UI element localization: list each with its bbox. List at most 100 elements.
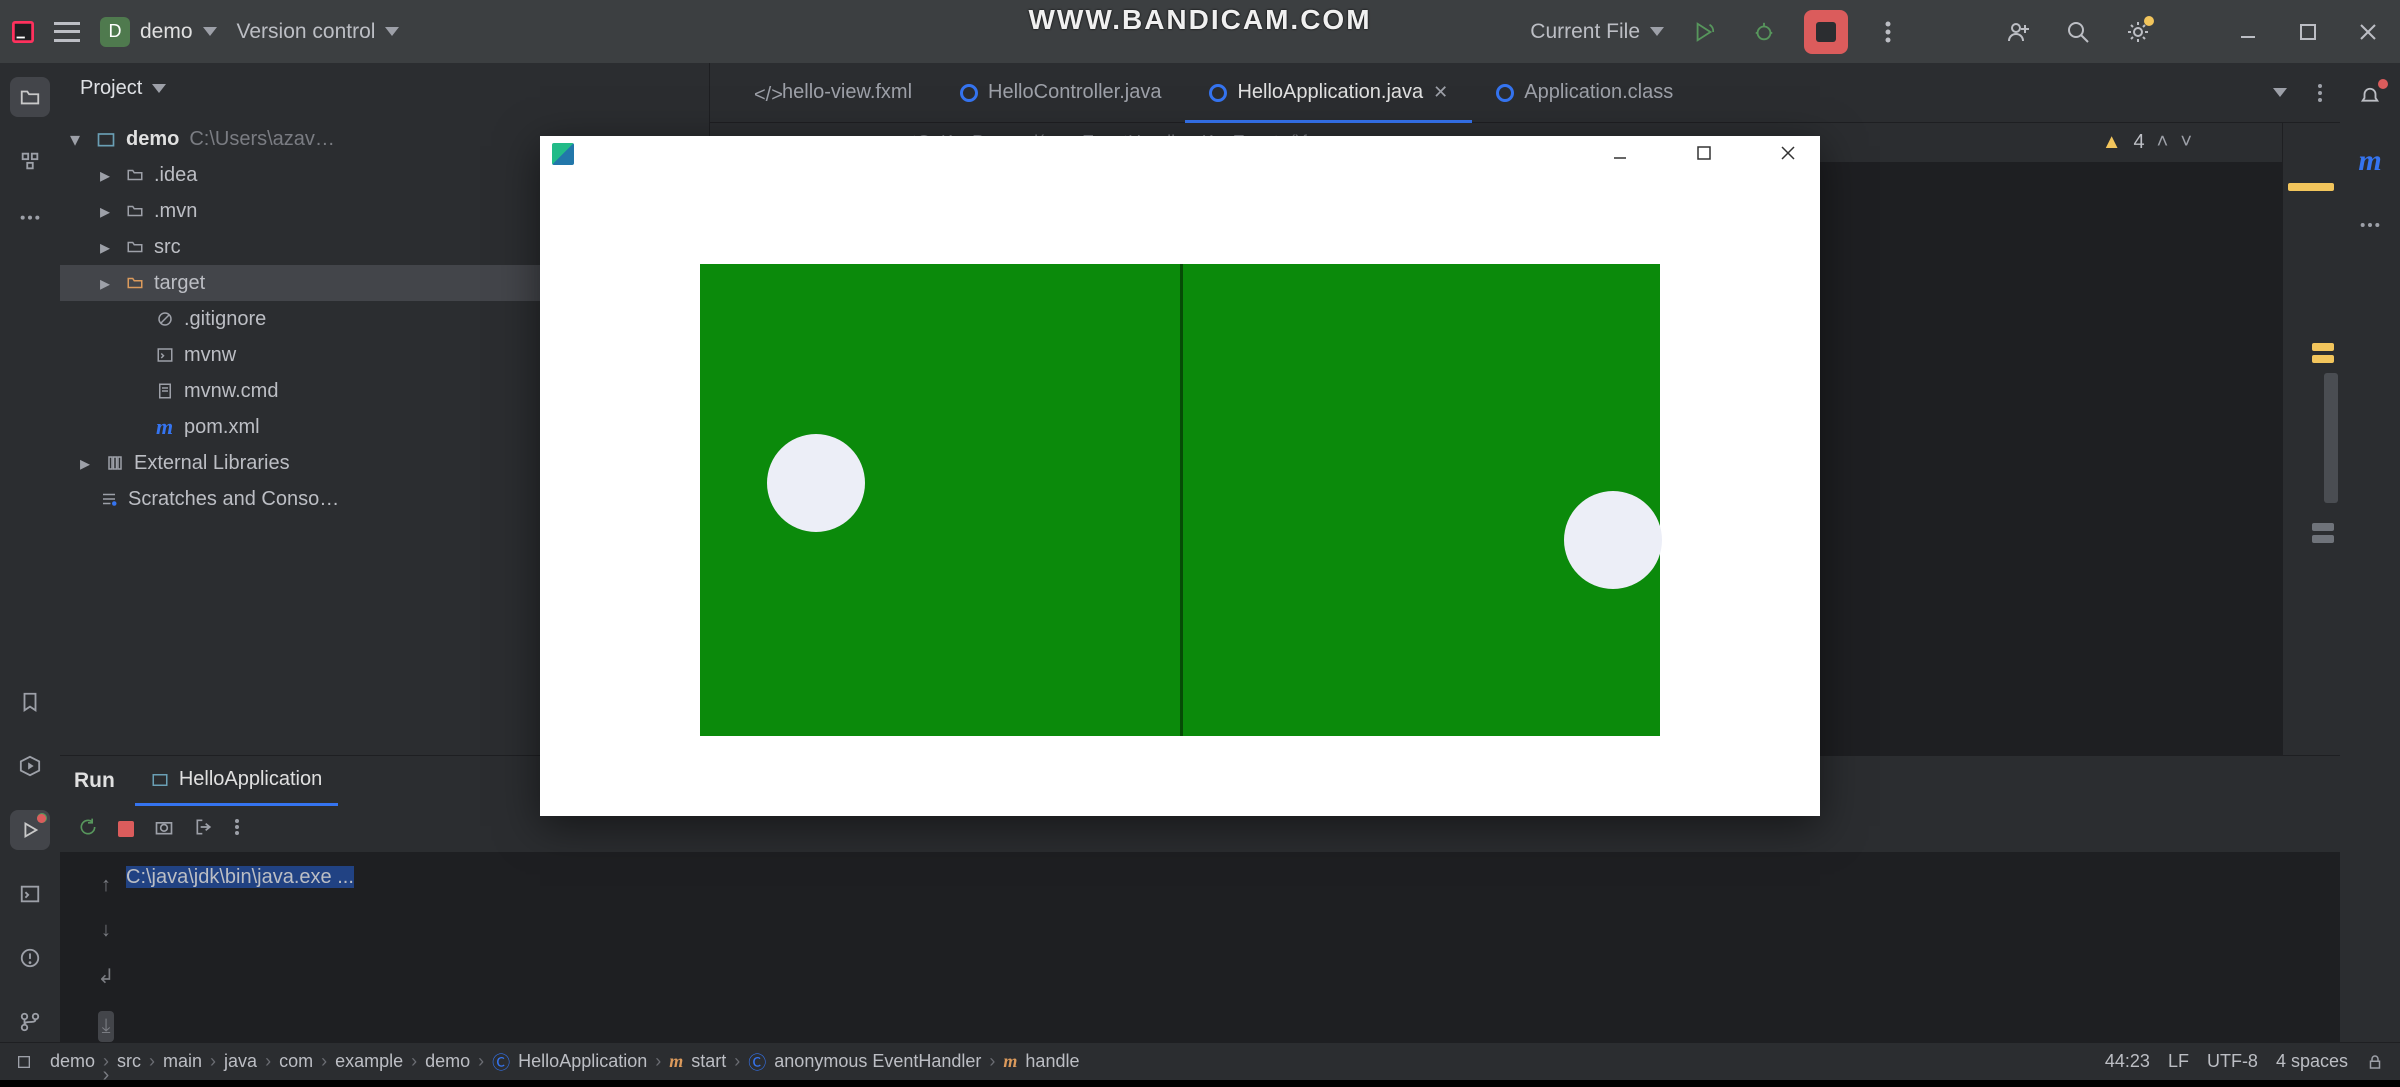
search-everywhere-button[interactable] (2058, 12, 2098, 52)
warning-circle-icon (19, 947, 41, 969)
run-config-selector[interactable]: Current File (1530, 20, 1664, 44)
maven-icon: m (2358, 144, 2381, 178)
tree-label: target (154, 272, 205, 295)
git-tool-button[interactable] (10, 1002, 50, 1042)
ellipsis-icon (19, 214, 41, 236)
expand-icon[interactable]: ▸ (100, 235, 116, 260)
more-right-tools-button[interactable] (2350, 205, 2390, 245)
readonly-lock-icon[interactable] (2366, 1053, 2384, 1071)
nav-home-icon[interactable] (16, 1054, 32, 1070)
caret-position[interactable]: 44:23 (2105, 1051, 2150, 1072)
window-close-button[interactable] (2348, 12, 2388, 52)
editor-error-stripe[interactable] (2282, 123, 2340, 755)
breadcrumb-segment[interactable]: example (335, 1051, 403, 1072)
close-tab-icon[interactable]: ✕ (1433, 82, 1448, 103)
scratches-icon (100, 490, 118, 508)
debug-button[interactable] (1744, 12, 1784, 52)
indent-setting[interactable]: 4 spaces (2276, 1051, 2348, 1072)
search-icon (2066, 20, 2090, 44)
expand-icon[interactable]: ▸ (100, 199, 116, 224)
app-close-button[interactable] (1766, 139, 1810, 167)
expand-icon[interactable]: ▸ (80, 451, 96, 476)
run-button[interactable] (1684, 12, 1724, 52)
inspections-widget[interactable]: ▲ 4 ˄ ˅ (2102, 131, 2192, 154)
notifications-button[interactable] (2350, 77, 2390, 117)
expand-icon[interactable]: ▸ (100, 271, 116, 296)
settings-button[interactable] (2118, 12, 2158, 52)
chevron-down-icon (385, 27, 399, 36)
stop-process-button[interactable] (118, 821, 134, 837)
scroll-up-icon[interactable]: ↑ (101, 874, 111, 897)
file-encoding[interactable]: UTF-8 (2207, 1051, 2258, 1072)
project-panel-header[interactable]: Project (60, 63, 709, 113)
bookmarks-tool-button[interactable] (10, 682, 50, 722)
breadcrumb-segment[interactable]: HelloApplication (518, 1051, 647, 1072)
editor-scrollbar-thumb[interactable] (2324, 373, 2338, 503)
breadcrumb-segment[interactable]: java (224, 1051, 257, 1072)
project-selector[interactable]: D demo (100, 17, 217, 47)
tree-label: External Libraries (134, 452, 290, 475)
run-toolwindow-title: Run (74, 769, 115, 793)
breadcrumb-segment[interactable]: demo (50, 1051, 95, 1072)
rerun-button[interactable] (78, 817, 98, 842)
more-tools-button[interactable] (10, 205, 50, 245)
field-center-line (1180, 264, 1183, 736)
terminal-tool-button[interactable] (10, 874, 50, 914)
run-tool-button[interactable] (10, 810, 50, 850)
scroll-to-end-icon[interactable]: ⤓ (98, 1011, 115, 1042)
more-actions-button[interactable] (1868, 12, 1908, 52)
editor-tab-active[interactable]: HelloApplication.java ✕ (1185, 63, 1472, 123)
exit-button[interactable] (194, 817, 214, 842)
editor-tab[interactable]: </> hello-view.fxml (730, 63, 936, 123)
app-minimize-button[interactable] (1598, 139, 1642, 167)
window-maximize-button[interactable] (2288, 12, 2328, 52)
gitignore-icon (156, 310, 174, 328)
game-field[interactable] (700, 264, 1660, 736)
expand-icon[interactable]: ▾ (70, 127, 86, 152)
collab-button[interactable] (1998, 12, 2038, 52)
expand-icon[interactable]: ▸ (100, 163, 116, 188)
run-toolbar-more[interactable] (234, 818, 240, 841)
editor-tab[interactable]: Application.class (1472, 63, 1697, 123)
softwrap-icon[interactable]: ↲ (98, 964, 115, 989)
console-output[interactable]: ↑ ↓ ↲ ⤓ › C:\java\jdk\bin\java.exe ... (60, 852, 2340, 1042)
snapshot-button[interactable] (154, 817, 174, 842)
maven-tool-button[interactable]: m (2350, 141, 2390, 181)
breadcrumb-segment[interactable]: anonymous EventHandler (774, 1051, 981, 1072)
breadcrumb-segment[interactable]: handle (1025, 1051, 1079, 1072)
running-app-window[interactable] (540, 136, 1820, 816)
chevron-down-icon (1650, 27, 1664, 36)
tree-label: .idea (154, 164, 197, 187)
breadcrumb-segment[interactable]: src (117, 1051, 141, 1072)
app-maximize-button[interactable] (1682, 139, 1726, 167)
tree-label: pom.xml (184, 416, 260, 439)
crumb-separator-icon: › (210, 1051, 216, 1072)
services-tool-button[interactable] (10, 746, 50, 786)
scroll-down-icon[interactable]: ↓ (101, 919, 111, 942)
breadcrumb-segment[interactable]: com (279, 1051, 313, 1072)
java-class-icon (1496, 84, 1514, 102)
bug-icon (1753, 21, 1775, 43)
maximize-icon (2300, 24, 2316, 40)
run-tab[interactable]: HelloApplication (135, 756, 338, 806)
console-gutter: ↑ ↓ ↲ ⤓ › (86, 866, 126, 1028)
tabs-dropdown-button[interactable] (2260, 73, 2300, 113)
project-tool-button[interactable] (10, 77, 50, 117)
breadcrumb-segment[interactable]: main (163, 1051, 202, 1072)
breadcrumb-segment[interactable]: demo (425, 1051, 470, 1072)
line-separator[interactable]: LF (2168, 1051, 2189, 1072)
breadcrumb[interactable]: demo› src› main› java› com› example› dem… (50, 1049, 2087, 1075)
window-minimize-button[interactable] (2228, 12, 2268, 52)
app-window-titlebar[interactable] (540, 136, 1820, 170)
tabs-more-button[interactable] (2300, 73, 2340, 113)
next-highlight-icon[interactable]: ˅ (2180, 131, 2192, 154)
crumb-separator-icon: › (103, 1051, 109, 1072)
prev-highlight-icon[interactable]: ˄ (2157, 131, 2169, 154)
editor-tab[interactable]: HelloController.java (936, 63, 1185, 123)
problems-tool-button[interactable] (10, 938, 50, 978)
vcs-selector[interactable]: Version control (237, 20, 400, 44)
stop-button[interactable] (1804, 10, 1848, 54)
hamburger-menu-icon[interactable] (54, 22, 80, 42)
structure-tool-button[interactable] (10, 141, 50, 181)
breadcrumb-segment[interactable]: start (691, 1051, 726, 1072)
